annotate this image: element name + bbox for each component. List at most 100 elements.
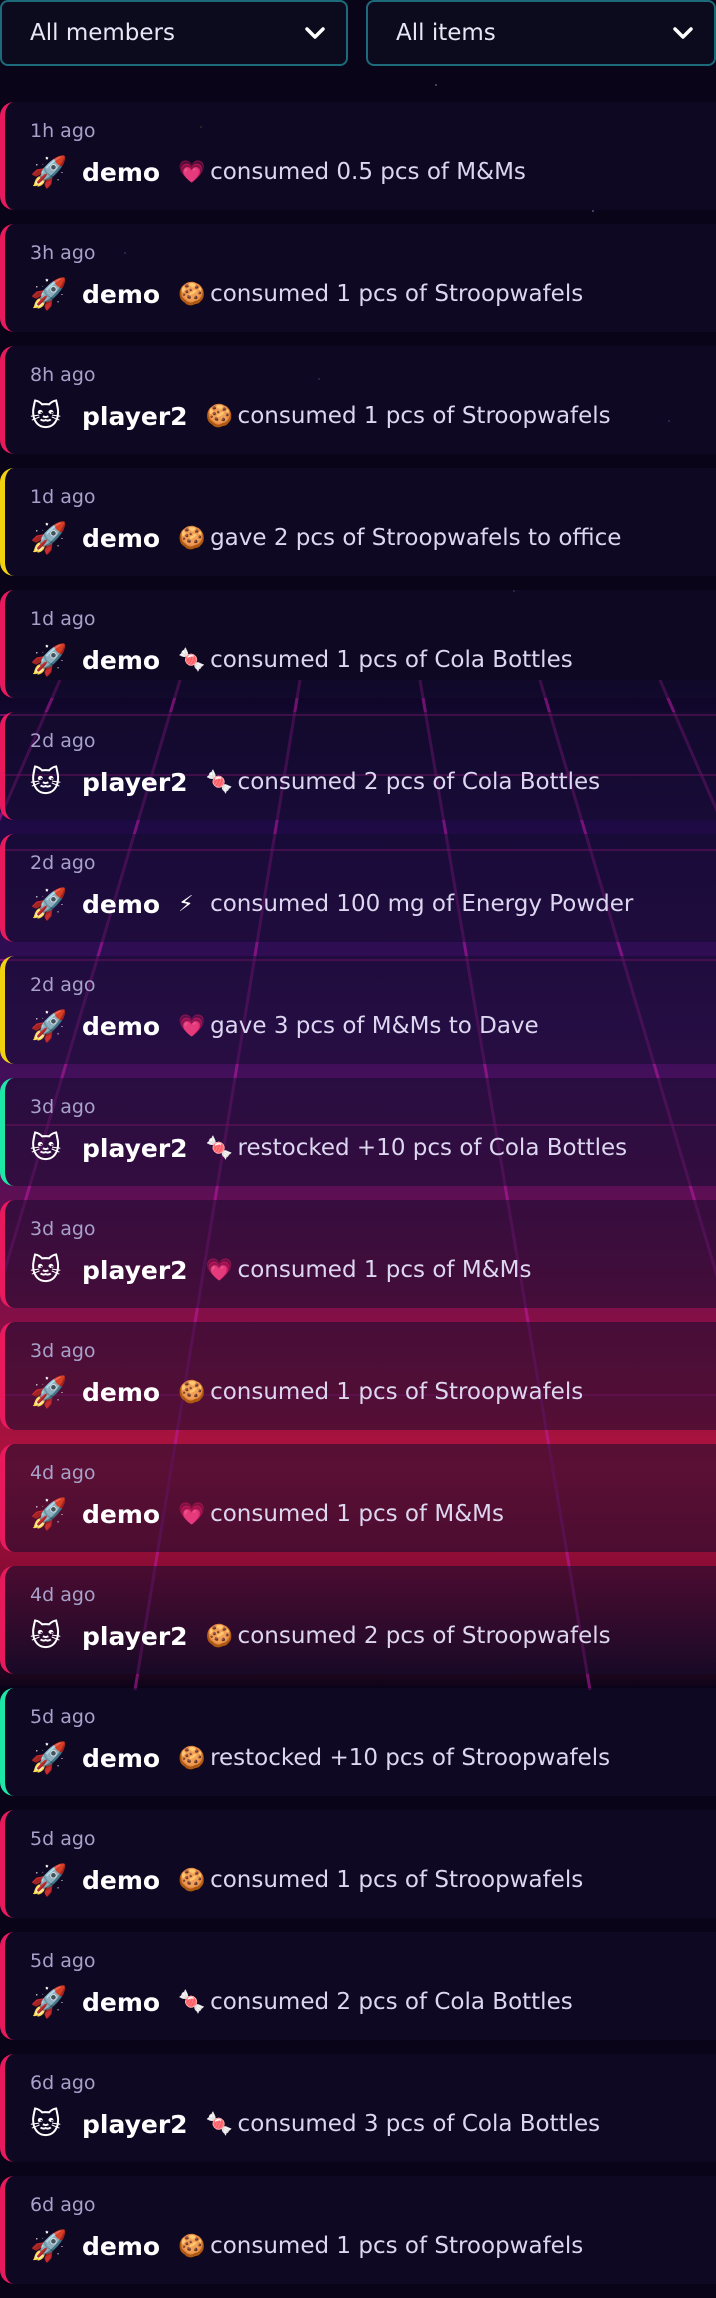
member-avatar-icon: 🚀: [30, 886, 68, 922]
item-icon: ⚡: [178, 891, 194, 917]
activity-time: 3d ago: [30, 1340, 96, 1362]
member-filter-select[interactable]: All members: [0, 0, 348, 66]
activity-row: 6d ago 🚀 demo 🍪 consumed 1 pcs of Stroop…: [0, 2176, 716, 2284]
activity-row: 4d ago 🐱 player2 🍪 consumed 2 pcs of Str…: [0, 1566, 716, 1674]
chevron-down-icon: [673, 27, 693, 39]
activity-row: 3h ago 🚀 demo 🍪 consumed 1 pcs of Stroop…: [0, 224, 716, 332]
member-avatar-icon: 🐱: [30, 1252, 62, 1288]
activity-line: 🚀 demo 🍪 gave 2 pcs of Stroopwafels to o…: [30, 516, 621, 560]
item-icon: 🍪: [178, 281, 206, 307]
activity-time: 8h ago: [30, 364, 96, 386]
chevron-down-icon: [305, 27, 325, 39]
activity-time: 5d ago: [30, 1950, 96, 1972]
member-name: player2: [82, 2109, 188, 2139]
activity-message: consumed 1 pcs of Stroopwafels: [210, 1379, 584, 1405]
member-name: player2: [82, 1255, 188, 1285]
member-name: demo: [82, 645, 161, 675]
activity-time: 2d ago: [30, 974, 96, 996]
activity-row: 1d ago 🚀 demo 🍬 consumed 1 pcs of Cola B…: [0, 590, 716, 698]
member-name: player2: [82, 1621, 188, 1651]
activity-message: consumed 1 pcs of Stroopwafels: [210, 1867, 584, 1893]
activity-row: 1h ago 🚀 demo 💗 consumed 0.5 pcs of M&Ms: [0, 102, 716, 210]
member-name: demo: [82, 1011, 161, 1041]
item-filter-select[interactable]: All items: [366, 0, 716, 66]
activity-line: 🚀 demo 💗 gave 3 pcs of M&Ms to Dave: [30, 1004, 539, 1048]
activity-line: 🚀 demo 🍪 consumed 1 pcs of Stroopwafels: [30, 272, 583, 316]
member-name: demo: [82, 523, 161, 553]
activity-message: restocked +10 pcs of Cola Bottles: [237, 1135, 628, 1161]
activity-message: consumed 1 pcs of Stroopwafels: [237, 403, 611, 429]
activity-line: 🚀 demo 💗 consumed 0.5 pcs of M&Ms: [30, 150, 526, 194]
member-avatar-icon: 🐱: [30, 1130, 62, 1166]
activity-row: 6d ago 🐱 player2 🍬 consumed 3 pcs of Col…: [0, 2054, 716, 2162]
activity-row: 5d ago 🚀 demo 🍪 restocked +10 pcs of Str…: [0, 1688, 716, 1796]
activity-message: consumed 2 pcs of Cola Bottles: [237, 769, 601, 795]
filter-bar: All members All items: [0, 0, 716, 68]
activity-line: 🐱 player2 💗 consumed 1 pcs of M&Ms: [30, 1248, 531, 1292]
activity-line: 🚀 demo 🍪 consumed 1 pcs of Stroopwafels: [30, 1370, 583, 1414]
activity-message: consumed 1 pcs of M&Ms: [210, 1501, 504, 1527]
activity-row: 2d ago 🚀 demo 💗 gave 3 pcs of M&Ms to Da…: [0, 956, 716, 1064]
activity-row: 5d ago 🚀 demo 🍬 consumed 2 pcs of Cola B…: [0, 1932, 716, 2040]
activity-row: 2d ago 🐱 player2 🍬 consumed 2 pcs of Col…: [0, 712, 716, 820]
member-name: demo: [82, 1743, 161, 1773]
member-name: player2: [82, 401, 188, 431]
member-name: player2: [82, 1133, 188, 1163]
activity-message: consumed 1 pcs of Cola Bottles: [210, 647, 573, 673]
activity-time: 4d ago: [30, 1584, 96, 1606]
item-icon: 💗: [178, 1501, 206, 1527]
activity-line: 🚀 demo 🍬 consumed 2 pcs of Cola Bottles: [30, 1980, 573, 2024]
member-avatar-icon: 🐱: [30, 2106, 62, 2142]
item-icon: 🍬: [205, 1135, 233, 1161]
activity-line: 🚀 demo 🍪 consumed 1 pcs of Stroopwafels: [30, 1858, 583, 1902]
item-icon: 🍬: [205, 769, 233, 795]
item-icon: 🍪: [205, 403, 233, 429]
activity-time: 1d ago: [30, 608, 96, 630]
member-avatar-icon: 🚀: [30, 520, 68, 556]
member-avatar-icon: 🚀: [30, 1740, 68, 1776]
member-name: demo: [82, 157, 161, 187]
activity-time: 2d ago: [30, 852, 96, 874]
member-name: demo: [82, 1865, 161, 1895]
member-name: demo: [82, 1499, 161, 1529]
activity-list: 1h ago 🚀 demo 💗 consumed 0.5 pcs of M&Ms…: [0, 102, 716, 2298]
member-avatar-icon: 🚀: [30, 1984, 68, 2020]
item-icon: 🍬: [178, 1989, 206, 2015]
activity-row: 5d ago 🚀 demo 🍪 consumed 1 pcs of Stroop…: [0, 1810, 716, 1918]
member-avatar-icon: 🐱: [30, 764, 62, 800]
activity-row: 3d ago 🚀 demo 🍪 consumed 1 pcs of Stroop…: [0, 1322, 716, 1430]
member-avatar-icon: 🚀: [30, 2228, 68, 2264]
member-name: player2: [82, 767, 188, 797]
member-name: demo: [82, 2231, 161, 2261]
activity-time: 4d ago: [30, 1462, 96, 1484]
activity-message: consumed 1 pcs of Stroopwafels: [210, 281, 584, 307]
item-icon: 💗: [178, 159, 206, 185]
member-avatar-icon: 🚀: [30, 276, 68, 312]
activity-message: gave 3 pcs of M&Ms to Dave: [210, 1013, 539, 1039]
activity-time: 3d ago: [30, 1096, 96, 1118]
member-avatar-icon: 🚀: [30, 642, 68, 678]
activity-row: 1d ago 🚀 demo 🍪 gave 2 pcs of Stroopwafe…: [0, 468, 716, 576]
activity-time: 6d ago: [30, 2072, 96, 2094]
activity-line: 🐱 player2 🍬 consumed 2 pcs of Cola Bottl…: [30, 760, 600, 804]
activity-message: consumed 3 pcs of Cola Bottles: [237, 2111, 601, 2137]
activity-message: consumed 2 pcs of Stroopwafels: [237, 1623, 611, 1649]
activity-message: consumed 2 pcs of Cola Bottles: [210, 1989, 573, 2015]
item-filter-value: All items: [396, 20, 496, 46]
activity-message: consumed 1 pcs of Stroopwafels: [210, 2233, 584, 2259]
member-avatar-icon: 🚀: [30, 1374, 68, 1410]
activity-line: 🚀 demo 💗 consumed 1 pcs of M&Ms: [30, 1492, 504, 1536]
activity-time: 3d ago: [30, 1218, 96, 1240]
activity-time: 3h ago: [30, 242, 96, 264]
activity-line: 🐱 player2 🍪 consumed 1 pcs of Stroopwafe…: [30, 394, 611, 438]
activity-row: 2d ago 🚀 demo ⚡ consumed 100 mg of Energ…: [0, 834, 716, 942]
member-filter-value: All members: [30, 20, 175, 46]
item-icon: 🍬: [205, 2111, 233, 2137]
activity-message: consumed 1 pcs of M&Ms: [237, 1257, 532, 1283]
item-icon: 🍪: [178, 525, 206, 551]
activity-message: restocked +10 pcs of Stroopwafels: [210, 1745, 611, 1771]
activity-line: 🐱 player2 🍪 consumed 2 pcs of Stroopwafe…: [30, 1614, 611, 1658]
activity-message: consumed 100 mg of Energy Powder: [210, 891, 634, 917]
activity-row: 8h ago 🐱 player2 🍪 consumed 1 pcs of Str…: [0, 346, 716, 454]
activity-row: 3d ago 🐱 player2 💗 consumed 1 pcs of M&M…: [0, 1200, 716, 1308]
